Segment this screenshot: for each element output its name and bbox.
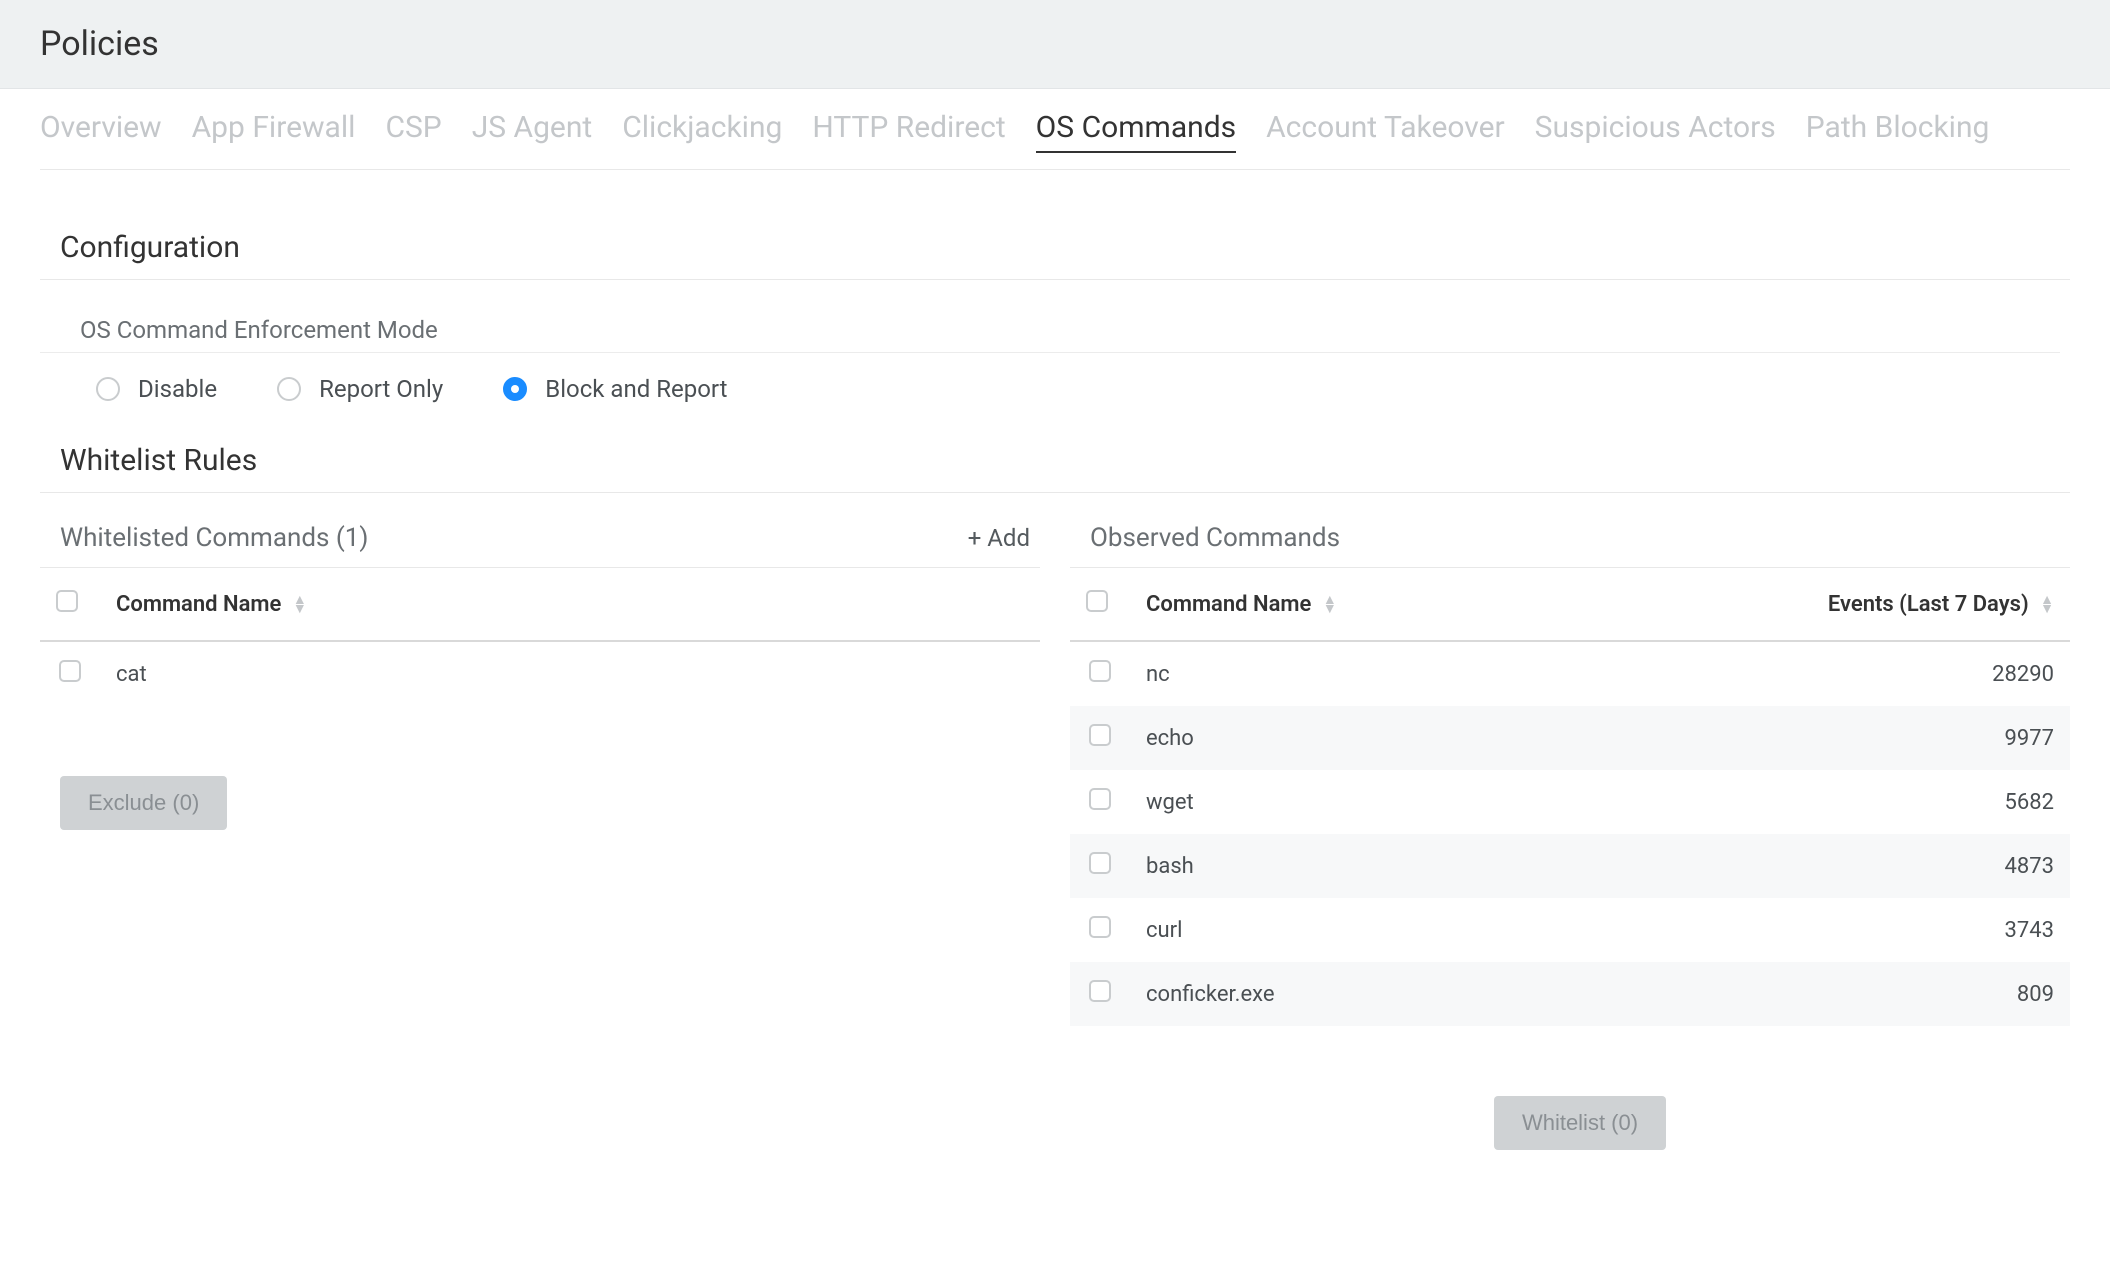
tab-js-agent[interactable]: JS Agent (472, 107, 593, 151)
observed-commands-panel: Observed Commands Command Name ▲▼ Events… (1070, 523, 2070, 1150)
enforcement-mode-label: OS Command Enforcement Mode (40, 280, 2060, 353)
table-row: echo9977 (1070, 706, 2070, 770)
enforcement-mode-options: Disable Report Only Block and Report (40, 353, 2070, 413)
observed-col-events[interactable]: Events (Last 7 Days) ▲▼ (1565, 568, 2070, 641)
table-row: curl3743 (1070, 898, 2070, 962)
command-name-cell: nc (1130, 641, 1565, 706)
row-checkbox-cell (1070, 770, 1130, 834)
whitelisted-col-command-name[interactable]: Command Name ▲▼ (100, 568, 1040, 641)
observed-select-all-cell (1070, 568, 1130, 641)
table-row: conficker.exe809 (1070, 962, 2070, 1026)
enforcement-option-disable[interactable]: Disable (96, 375, 217, 403)
table-row: bash4873 (1070, 834, 2070, 898)
table-row: wget5682 (1070, 770, 2070, 834)
whitelisted-panel-header: Whitelisted Commands (1) + Add (40, 523, 1040, 568)
radio-label: Disable (138, 375, 217, 403)
whitelisted-select-all-cell (40, 568, 100, 641)
tabs-container: Overview App Firewall CSP JS Agent Clickjack… (0, 89, 2110, 170)
events-cell: 5682 (1565, 770, 2070, 834)
sort-icon: ▲▼ (293, 596, 307, 613)
tab-os-commands[interactable]: OS Commands (1036, 107, 1236, 153)
sort-icon: ▲▼ (2040, 596, 2054, 613)
tab-overview[interactable]: Overview (40, 107, 162, 151)
radio-icon (96, 377, 120, 401)
row-checkbox-cell (1070, 706, 1130, 770)
page-title: Policies (40, 24, 2070, 64)
tab-csp[interactable]: CSP (385, 107, 441, 151)
command-name-cell: cat (100, 641, 1040, 706)
row-checkbox-cell (1070, 962, 1130, 1026)
observed-panel-header: Observed Commands (1070, 523, 2070, 568)
exclude-button[interactable]: Exclude (0) (60, 776, 227, 830)
configuration-title: Configuration (40, 200, 2070, 280)
observed-col-command-name-label: Command Name (1146, 592, 1311, 617)
radio-label: Block and Report (545, 375, 727, 403)
row-checkbox[interactable] (1089, 980, 1111, 1002)
tab-http-redirect[interactable]: HTTP Redirect (812, 107, 1005, 151)
events-cell: 28290 (1565, 641, 2070, 706)
enforcement-option-block-and-report[interactable]: Block and Report (503, 375, 727, 403)
observed-table: Command Name ▲▼ Events (Last 7 Days) ▲▼ … (1070, 568, 2070, 1026)
events-cell: 809 (1565, 962, 2070, 1026)
radio-icon (503, 377, 527, 401)
radio-label: Report Only (319, 375, 443, 403)
whitelisted-table: Command Name ▲▼ cat (40, 568, 1040, 706)
observed-panel-title: Observed Commands (1090, 523, 1340, 553)
add-whitelist-button[interactable]: + Add (968, 524, 1030, 552)
tab-path-blocking[interactable]: Path Blocking (1806, 107, 1990, 151)
observed-col-events-label: Events (Last 7 Days) (1828, 592, 2029, 617)
whitelist-rules-title: Whitelist Rules (40, 413, 2070, 493)
row-checkbox[interactable] (1089, 916, 1111, 938)
whitelisted-commands-panel: Whitelisted Commands (1) + Add Command N… (40, 523, 1040, 1150)
events-cell: 3743 (1565, 898, 2070, 962)
observed-col-command-name[interactable]: Command Name ▲▼ (1130, 568, 1565, 641)
enforcement-option-report-only[interactable]: Report Only (277, 375, 443, 403)
whitelisted-panel-title: Whitelisted Commands (1) (60, 523, 368, 553)
tab-account-takeover[interactable]: Account Takeover (1266, 107, 1505, 151)
row-checkbox[interactable] (59, 660, 81, 682)
command-name-cell: bash (1130, 834, 1565, 898)
row-checkbox[interactable] (1089, 724, 1111, 746)
observed-select-all-checkbox[interactable] (1086, 590, 1108, 612)
command-name-cell: echo (1130, 706, 1565, 770)
radio-icon (277, 377, 301, 401)
tab-suspicious-actors[interactable]: Suspicious Actors (1535, 107, 1776, 151)
events-cell: 9977 (1565, 706, 2070, 770)
row-checkbox-cell (1070, 898, 1130, 962)
row-checkbox[interactable] (1089, 788, 1111, 810)
table-row: cat (40, 641, 1040, 706)
rules-layout: Whitelisted Commands (1) + Add Command N… (40, 493, 2070, 1150)
row-checkbox-cell (1070, 834, 1130, 898)
table-row: nc28290 (1070, 641, 2070, 706)
whitelisted-col-command-name-label: Command Name (116, 592, 281, 617)
whitelisted-select-all-checkbox[interactable] (56, 590, 78, 612)
row-checkbox-cell (40, 641, 100, 706)
sort-icon: ▲▼ (1323, 596, 1337, 613)
tab-app-firewall[interactable]: App Firewall (192, 107, 356, 151)
row-checkbox[interactable] (1089, 852, 1111, 874)
command-name-cell: curl (1130, 898, 1565, 962)
content: Configuration OS Command Enforcement Mod… (0, 170, 2110, 1210)
row-checkbox[interactable] (1089, 660, 1111, 682)
events-cell: 4873 (1565, 834, 2070, 898)
page-header: Policies (0, 0, 2110, 89)
command-name-cell: conficker.exe (1130, 962, 1565, 1026)
command-name-cell: wget (1130, 770, 1565, 834)
whitelist-button[interactable]: Whitelist (0) (1494, 1096, 1666, 1150)
tab-clickjacking[interactable]: Clickjacking (622, 107, 782, 151)
row-checkbox-cell (1070, 641, 1130, 706)
